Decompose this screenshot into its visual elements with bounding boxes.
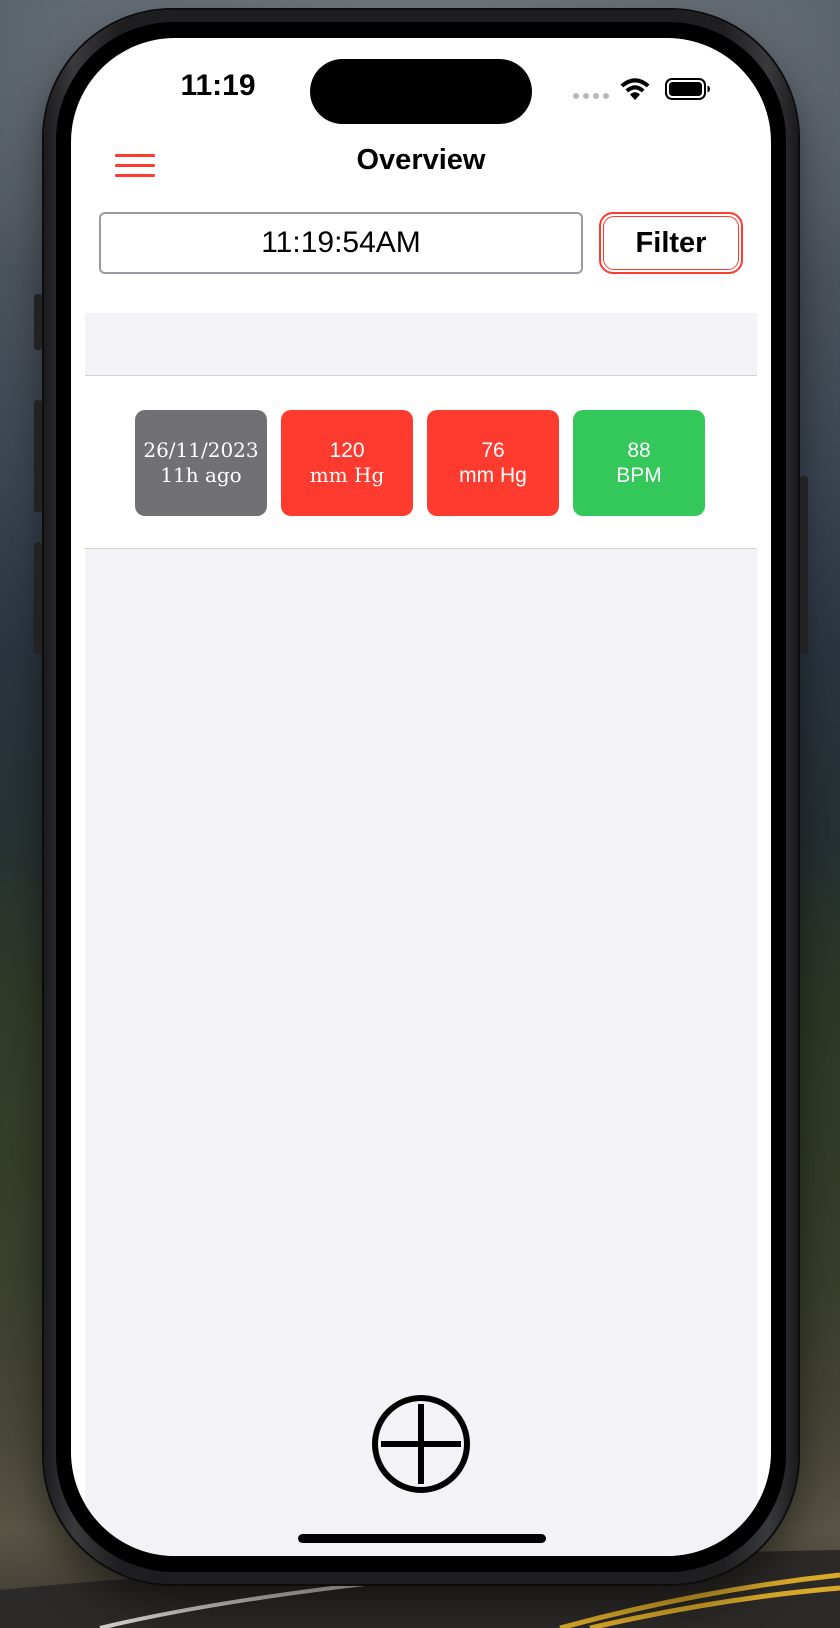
wifi-icon <box>620 78 650 100</box>
silent-switch <box>34 294 42 350</box>
navigation-bar: Overview <box>71 124 771 204</box>
systolic-tile: 120 mm Hg <box>281 410 413 516</box>
pulse-tile: 88 BPM <box>573 410 705 516</box>
reading-date-tile: 26/11/2023 11h ago <box>135 410 267 516</box>
cellular-icon <box>573 93 609 99</box>
diastolic-value: 76 <box>481 439 505 462</box>
filter-button[interactable]: Filter <box>599 212 743 274</box>
reading-row[interactable]: 26/11/2023 11h ago 120 mm Hg 76 mm Hg 88… <box>85 375 757 549</box>
plus-circle-icon[interactable] <box>371 1394 471 1494</box>
phone-screen: 11:19 Overview 11:19:54AM Filter 26/11/2… <box>71 38 771 1556</box>
systolic-value: 120 <box>329 439 365 462</box>
diastolic-unit: mm Hg <box>459 464 527 487</box>
reading-date: 26/11/2023 <box>143 438 259 462</box>
filter-button-label: Filter <box>603 216 739 270</box>
pulse-unit: BPM <box>616 464 662 487</box>
diastolic-tile: 76 mm Hg <box>427 410 559 516</box>
dynamic-island <box>310 59 532 124</box>
systolic-unit: mm Hg <box>309 463 385 487</box>
page-title: Overview <box>356 144 486 176</box>
pulse-value: 88 <box>627 439 651 462</box>
power-button <box>800 476 808 654</box>
status-bar-time: 11:19 <box>180 69 256 102</box>
volume-down-button <box>34 542 42 654</box>
battery-icon <box>665 78 710 100</box>
readings-list[interactable]: 26/11/2023 11h ago 120 mm Hg 76 mm Hg 88… <box>85 313 757 1556</box>
time-filter-field[interactable]: 11:19:54AM <box>99 212 583 274</box>
home-indicator[interactable] <box>298 1534 546 1543</box>
reading-time-ago: 11h ago <box>160 463 242 487</box>
volume-up-button <box>34 400 42 512</box>
